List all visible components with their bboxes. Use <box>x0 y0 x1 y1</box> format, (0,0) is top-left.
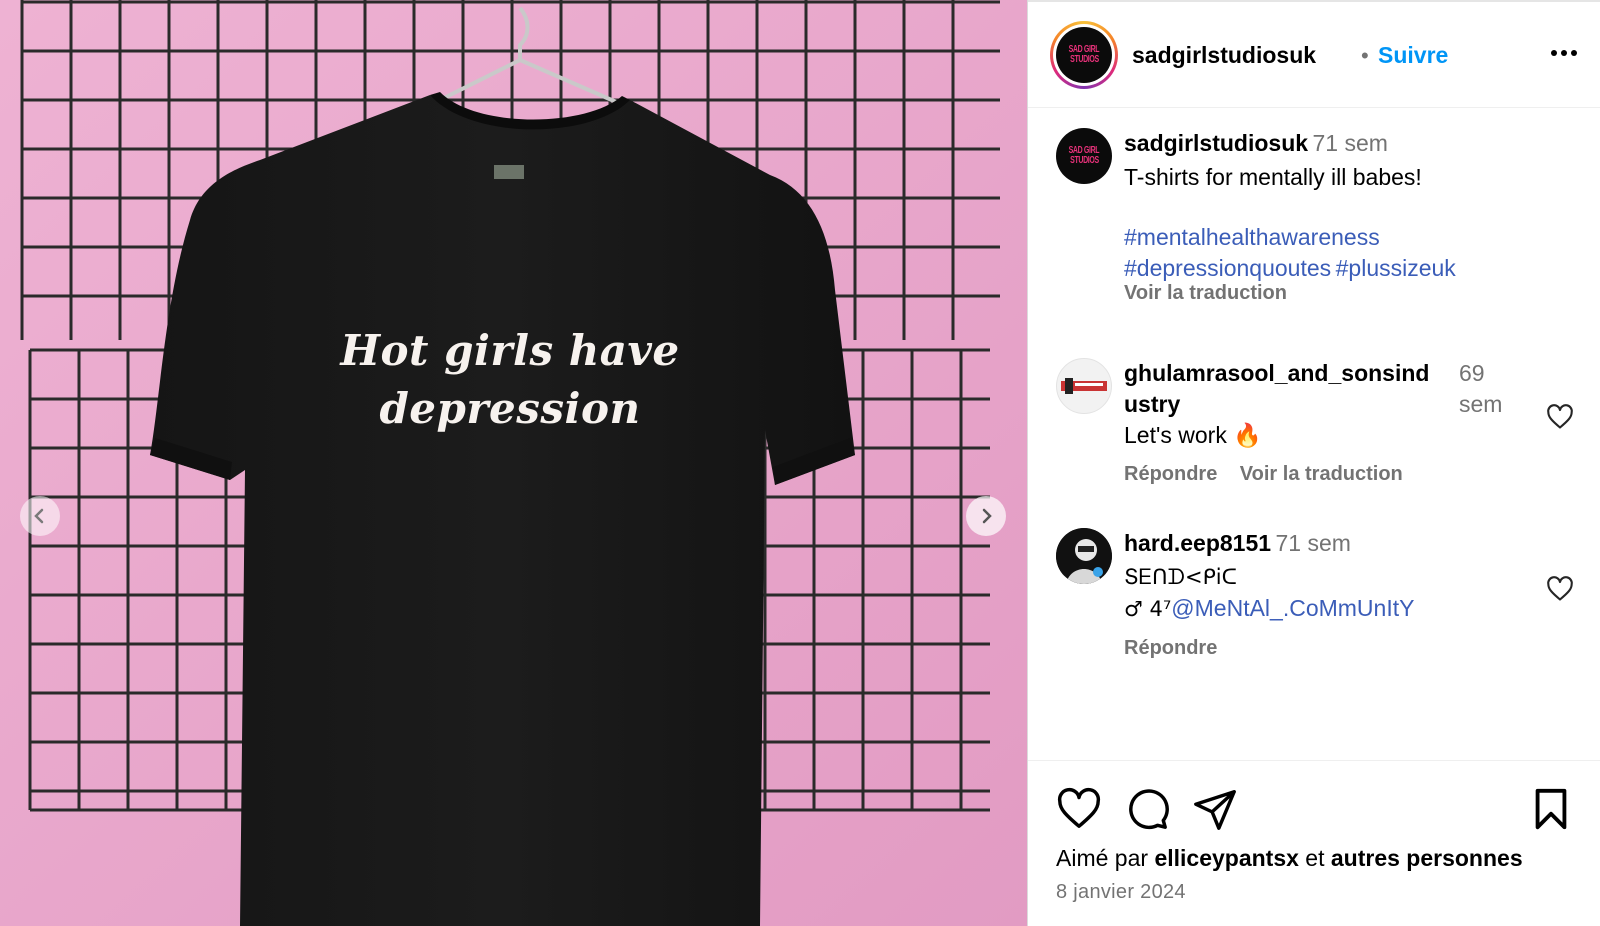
reply-button[interactable]: Répondre <box>1124 463 1217 485</box>
comment-icon <box>1129 789 1169 830</box>
commenter-avatar[interactable] <box>1056 358 1112 414</box>
post-date[interactable]: 8 janvier 2024 <box>1056 881 1186 904</box>
liked-by-others-link[interactable]: autres personnes <box>1331 845 1523 871</box>
likes-summary: Aimé par elliceypantsx et autres personn… <box>1056 845 1523 871</box>
brand-logo-icon <box>1061 378 1107 394</box>
separator-dot: • <box>1361 43 1369 68</box>
chevron-right-icon <box>982 508 992 524</box>
post-media[interactable]: Hot girls have depression <box>0 0 1027 926</box>
like-button[interactable] <box>1056 786 1102 832</box>
post-side-panel: SAD GIRL STUDIOS sadgirlstudiosuk • Suiv… <box>1027 0 1600 926</box>
author-avatar-ring[interactable]: SAD GIRL STUDIOS <box>1050 21 1118 89</box>
see-translation-link[interactable]: Voir la traduction <box>1124 282 1584 305</box>
author-avatar: SAD GIRL STUDIOS <box>1056 27 1112 83</box>
comment-text: Let's work 🔥 <box>1124 422 1262 448</box>
caption-username[interactable]: sadgirlstudiosuk <box>1124 130 1308 156</box>
save-button[interactable] <box>1528 786 1574 832</box>
caption-author-avatar[interactable]: SAD GIRL STUDIOS <box>1056 128 1112 184</box>
chevron-left-icon <box>34 508 44 524</box>
author-username[interactable]: sadgirlstudiosuk <box>1132 42 1316 69</box>
hashtag-link[interactable]: #mentalhealthawareness <box>1124 224 1380 250</box>
instagram-post: Hot girls have depression SAD GIRL STUDI… <box>0 0 1600 926</box>
next-image-button[interactable] <box>966 496 1006 536</box>
heart-outline-icon <box>1547 576 1573 601</box>
see-translation-link[interactable]: Voir la traduction <box>1240 463 1403 485</box>
caption-time[interactable]: 71 sem <box>1313 130 1388 156</box>
previous-image-button[interactable] <box>20 496 60 536</box>
avatar-figure-icon <box>1056 528 1112 584</box>
follow-button[interactable]: Suivre <box>1378 42 1448 69</box>
tshirt-shape <box>150 95 855 926</box>
comment-text-line-2: ♂ 4⁷@MeNtAl_.CoMmUnItY <box>1124 595 1415 621</box>
comment-like-button[interactable] <box>1546 575 1574 603</box>
liked-by-user-link[interactable]: elliceypantsx <box>1154 845 1298 871</box>
hashtag-link[interactable]: #depressionquoutes <box>1124 255 1331 281</box>
hashtag-link[interactable]: #plussizeuk <box>1336 255 1456 281</box>
send-icon <box>1194 790 1236 830</box>
post-footer: Aimé par elliceypantsx et autres personn… <box>1028 760 1600 926</box>
post-header: SAD GIRL STUDIOS sadgirlstudiosuk • Suiv… <box>1028 0 1600 108</box>
comment-text: ՏᎬᑎᗪ<ᑭiᑕ <box>1124 565 1237 589</box>
shirt-line-1: Hot girls have <box>340 326 680 375</box>
mention-link[interactable]: @MeNtAl_.CoMmUnItY <box>1171 595 1414 621</box>
comment-time[interactable]: 69 sem <box>1459 358 1502 420</box>
heart-outline-icon <box>1547 404 1573 429</box>
more-horizontal-icon <box>1551 50 1577 56</box>
commenter-username[interactable]: ghulamrasool_and_sonsind ustry <box>1124 358 1454 420</box>
comment-button[interactable] <box>1124 786 1170 832</box>
comment-like-button[interactable] <box>1546 403 1574 431</box>
bookmark-icon <box>1535 788 1567 830</box>
heart-icon <box>1057 787 1101 828</box>
caption-text: T-shirts for mentally ill babes! <box>1124 164 1422 190</box>
reply-button[interactable]: Répondre <box>1124 637 1217 659</box>
comment-time[interactable]: 71 sem <box>1275 530 1350 556</box>
share-button[interactable] <box>1192 786 1238 832</box>
commenter-username[interactable]: hard.eep8151 <box>1124 530 1271 556</box>
tshirt-photo <box>0 0 1027 926</box>
commenter-avatar[interactable] <box>1056 528 1112 584</box>
more-options-button[interactable] <box>1544 38 1584 68</box>
shirt-print-text: Hot girls have depression <box>300 322 720 438</box>
shirt-line-2: depression <box>379 384 641 433</box>
